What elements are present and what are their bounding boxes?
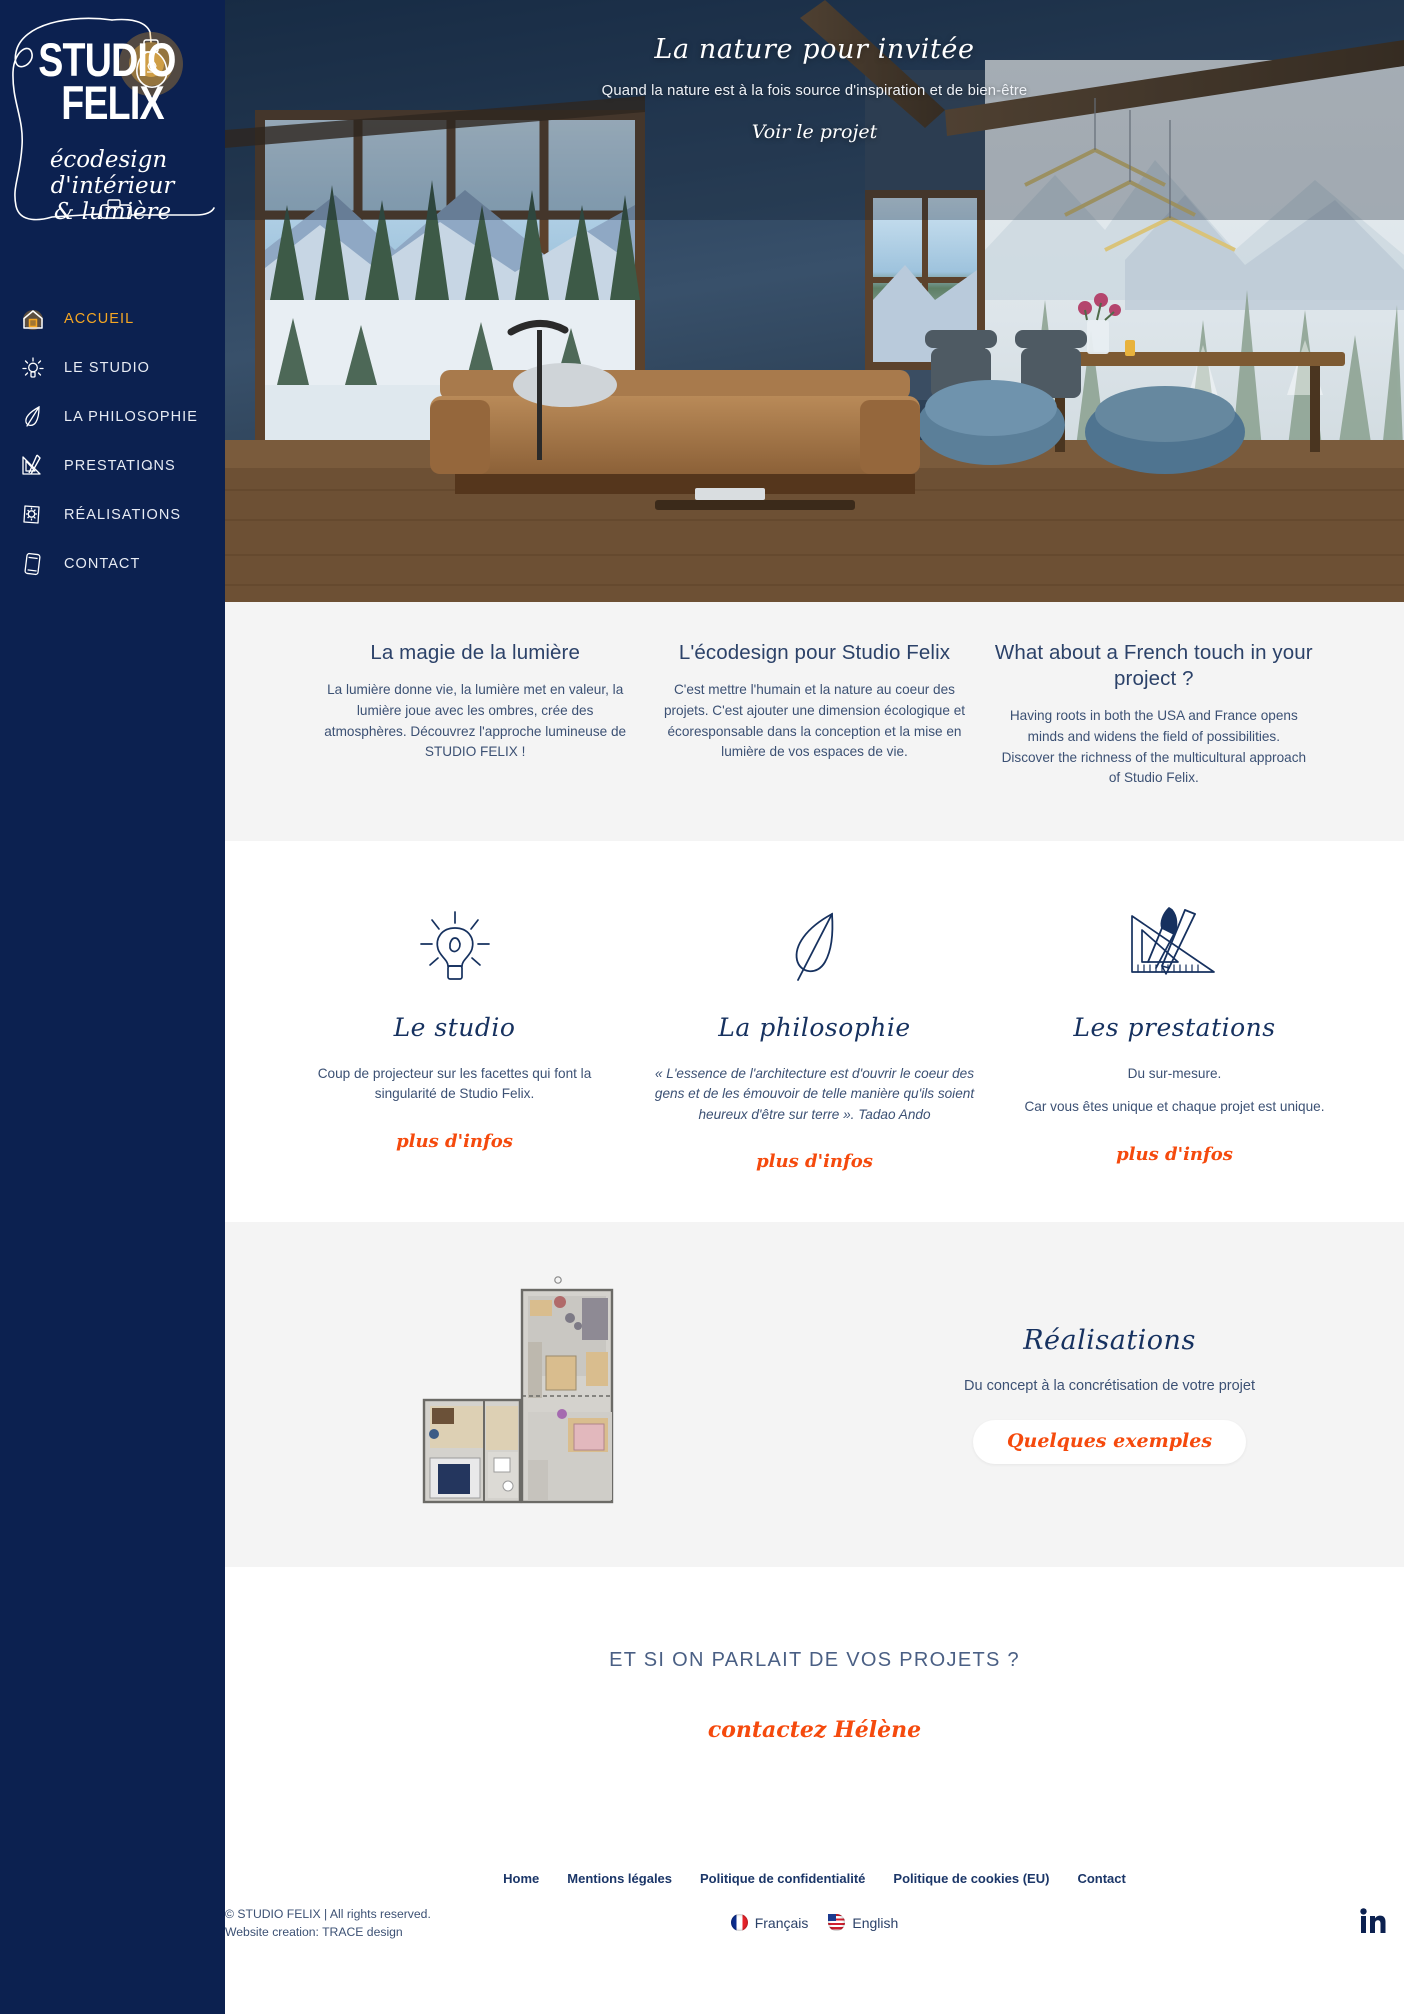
leaf-icon [18, 402, 48, 432]
realisations-button[interactable]: Quelques exemples [972, 1420, 1247, 1465]
cta-section: ET SI ON PARLAIT DE VOS PROJETS ? contac… [225, 1567, 1404, 1814]
chevron-down-icon[interactable]: ⌄ [145, 459, 155, 473]
features-section: Le studio Coup de projecteur sur les fac… [225, 841, 1404, 1223]
feature-title: Le studio [393, 1013, 516, 1043]
sidebar-item-label: CONTACT [64, 555, 141, 572]
intro-section: La magie de la lumière La lumière donne … [225, 602, 1404, 842]
realisations-subtitle: Du concept à la concrétisation de votre … [964, 1378, 1255, 1395]
logo-wordmark: STUDIO FELIX [23, 36, 203, 126]
feature-card-la-philosophie: La philosophie « L'essence de l'architec… [635, 899, 995, 1172]
feature-title: Les prestations [1073, 1013, 1276, 1043]
sidebar-item-prestations[interactable]: PRESTATIONS ⌄ [0, 441, 225, 490]
language-option-francais[interactable]: Français [730, 1914, 809, 1932]
sidebar-item-label: PRESTATIONS [64, 457, 176, 474]
linkedin-icon[interactable] [1360, 1908, 1386, 1939]
feature-more-link[interactable]: plus d'infos [756, 1151, 873, 1172]
site-logo[interactable]: STUDIO FELIX écodesign d'intérieur & lum… [0, 0, 225, 270]
feature-title: La philosophie [718, 1013, 911, 1043]
sidebar-item-la-philosophie[interactable]: LA PHILOSOPHIE [0, 392, 225, 441]
footer-links: Home Mentions légales Politique de confi… [225, 1871, 1404, 1886]
intro-column: What about a French touch in your projec… [993, 640, 1314, 789]
sidebar-item-realisations[interactable]: RÉALISATIONS [0, 490, 225, 539]
bulb-icon [18, 353, 48, 383]
sidebar-item-label: RÉALISATIONS [64, 506, 182, 523]
house-icon [18, 304, 48, 334]
intro-heading: L'écodesign pour Studio Felix [678, 641, 951, 664]
sidebar-item-label: LA PHILOSOPHIE [64, 408, 198, 425]
logo-tagline: écodesign d'intérieur & lumière [0, 147, 225, 225]
footer-legal: © STUDIO FELIX | All rights reserved. We… [225, 1905, 431, 1942]
feature-card-les-prestations: Les prestations Du sur-mesure. Car vous … [995, 899, 1355, 1172]
tagline-line-2: d'intérieur [50, 172, 175, 199]
intro-body: C'est mettre l'humain et la nature au co… [663, 682, 966, 760]
flag-us-icon [828, 1914, 846, 1932]
intro-heading: What about a French touch in your projec… [994, 641, 1313, 691]
realisations-title: Réalisations [1023, 1325, 1196, 1357]
sidebar: STUDIO FELIX écodesign d'intérieur & lum… [0, 0, 225, 2014]
floor-plan-image[interactable] [410, 1272, 630, 1518]
language-option-english[interactable]: English [828, 1914, 899, 1932]
intro-column: La magie de la lumière La lumière donne … [315, 640, 636, 789]
hero-subtitle: Quand la nature est à la fois source d'i… [601, 83, 1028, 99]
feature-cards: Le studio Coup de projecteur sur les fac… [275, 899, 1355, 1172]
main-content: La nature pour invitée Quand la nature e… [225, 0, 1404, 2014]
feature-paragraph: Car vous êtes unique et chaque projet es… [1024, 1099, 1325, 1115]
tagline-line-1: écodesign [49, 147, 168, 173]
cta-contact-link[interactable]: contactez Hélène [708, 1717, 921, 1743]
primary-navigation: ACCUEIL LE STUDIO LA PHILOSOPHIE PRESTAT… [0, 294, 225, 588]
footer-credit: Website creation: TRACE design [225, 1924, 403, 1939]
feature-more-link[interactable]: plus d'infos [1116, 1144, 1233, 1165]
footer-link-mentions-legales[interactable]: Mentions légales [567, 1871, 672, 1886]
feature-paragraph: « L'essence de l'architecture est d'ouvr… [654, 1066, 975, 1122]
phone-icon [18, 549, 48, 579]
footer-link-home[interactable]: Home [503, 1871, 539, 1886]
sidebar-item-contact[interactable]: CONTACT [0, 539, 225, 588]
logo-line-felix: FELIX [61, 76, 164, 130]
tagline-line-3: & lumière [53, 198, 172, 225]
hero-title: La nature pour invitée [654, 34, 975, 65]
footer-copyright: © STUDIO FELIX | All rights reserved. [225, 1906, 431, 1921]
hero-overlay: La nature pour invitée Quand la nature e… [225, 34, 1404, 143]
realisations-copy: Réalisations Du concept à la concrétisat… [815, 1325, 1404, 1465]
set-square-pen-sketch-icon [1015, 899, 1335, 995]
intro-body: Having roots in both the USA and France … [1001, 708, 1307, 786]
flag-fr-icon [730, 1914, 748, 1932]
sidebar-item-label: ACCUEIL [64, 310, 135, 327]
realisations-image-wrap [225, 1272, 815, 1518]
feature-paragraph: Coup de projecteur sur les facettes qui … [317, 1066, 592, 1102]
feature-paragraph: Du sur-mesure. [1127, 1066, 1222, 1082]
cta-heading: ET SI ON PARLAIT DE VOS PROJETS ? [609, 1649, 1020, 1672]
intro-column: L'écodesign pour Studio Felix C'est mett… [654, 640, 975, 789]
site-footer: Home Mentions légales Politique de confi… [225, 1813, 1404, 1956]
feature-body: Coup de projecteur sur les facettes qui … [295, 1064, 615, 1105]
sidebar-item-le-studio[interactable]: LE STUDIO [0, 343, 225, 392]
intro-body: La lumière donne vie, la lumière met en … [324, 682, 627, 760]
sidebar-item-accueil[interactable]: ACCUEIL [0, 294, 225, 343]
language-label: English [852, 1914, 899, 1931]
feature-body: Du sur-mesure. Car vous êtes unique et c… [1015, 1064, 1335, 1118]
footer-link-politique-confidentialite[interactable]: Politique de confidentialité [700, 1871, 865, 1886]
realisations-section: Réalisations Du concept à la concrétisat… [225, 1222, 1404, 1568]
lightbulb-sketch-icon [295, 899, 615, 995]
footer-link-politique-cookies[interactable]: Politique de cookies (EU) [893, 1871, 1049, 1886]
hero-section: La nature pour invitée Quand la nature e… [225, 0, 1404, 602]
hero-cta-link[interactable]: Voir le projet [752, 121, 877, 143]
leaf-sketch-icon [655, 899, 975, 995]
footer-link-contact[interactable]: Contact [1077, 1871, 1125, 1886]
intro-heading: La magie de la lumière [370, 641, 580, 664]
intro-columns: La magie de la lumière La lumière donne … [315, 640, 1315, 789]
feature-body: « L'essence de l'architecture est d'ouvr… [655, 1064, 975, 1125]
feature-more-link[interactable]: plus d'infos [396, 1131, 513, 1152]
language-label: Français [754, 1914, 809, 1931]
feature-card-le-studio: Le studio Coup de projecteur sur les fac… [275, 899, 635, 1172]
sidebar-item-label: LE STUDIO [64, 359, 150, 376]
drafting-icon [18, 451, 48, 481]
portfolio-icon [18, 500, 48, 530]
